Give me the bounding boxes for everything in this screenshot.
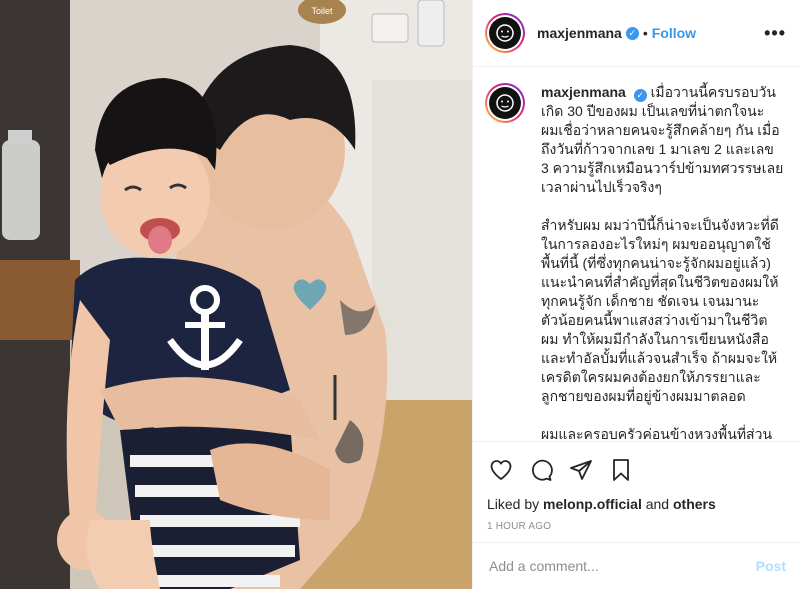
caption-area: maxjenmana ✓ เมื่อวานนี้ครบรอบวันเกิด 30… — [473, 67, 800, 441]
header-separator: • — [642, 25, 648, 41]
caption-paragraph-2: สำหรับผม ผมว่าปีนี้ก็น่าจะเป็นจังหวะที่ด… — [541, 217, 779, 404]
verified-badge-icon: ✓ — [633, 89, 647, 102]
likes-connector: and — [645, 496, 670, 512]
author-username[interactable]: maxjenmana — [537, 25, 622, 41]
liked-by-user-link[interactable]: melonp.official — [543, 496, 642, 512]
toilet-sign-text: Toilet — [311, 6, 333, 16]
likes-prefix: Liked by — [487, 496, 540, 512]
caption-username[interactable]: maxjenmana — [541, 84, 626, 100]
bookmark-icon[interactable] — [601, 450, 641, 490]
author-avatar[interactable] — [485, 13, 525, 53]
post-side-panel: maxjenmana ✓ • Follow ••• maxjenmana ✓ เ… — [472, 0, 800, 589]
post-photo-illustration: Toilet — [0, 0, 472, 589]
caption-text: maxjenmana ✓ เมื่อวานนี้ครบรอบวันเกิด 30… — [541, 83, 784, 441]
post-timestamp[interactable]: 1 HOUR AGO — [487, 521, 786, 532]
caption-author-avatar[interactable] — [485, 83, 525, 123]
heart-icon[interactable] — [481, 450, 521, 490]
post-photo[interactable]: Toilet — [0, 0, 472, 589]
caption-paragraph-1: เมื่อวานนี้ครบรอบวันเกิด 30 ปีของผม เป็น… — [541, 84, 788, 195]
post-header: maxjenmana ✓ • Follow ••• — [473, 0, 800, 67]
follow-button[interactable]: Follow — [652, 25, 696, 41]
more-options-icon[interactable]: ••• — [764, 23, 786, 44]
comment-input[interactable] — [489, 558, 756, 574]
post-comment-button[interactable]: Post — [756, 558, 786, 574]
share-paper-plane-icon[interactable] — [561, 450, 601, 490]
avatar-face-icon — [496, 94, 514, 112]
comment-bubble-icon[interactable] — [521, 450, 561, 490]
comment-box: Post — [473, 542, 800, 589]
action-icon-row — [487, 442, 786, 497]
likes-others-link[interactable]: others — [673, 496, 716, 512]
post-actions: Liked by melonp.official and others 1 HO… — [473, 441, 800, 532]
caption-paragraph-3: ผมและครอบครัวค่อนข้างหวงพื้นที่ส่วนตัว โ… — [541, 426, 773, 441]
likes-summary: Liked by melonp.official and others — [487, 495, 786, 513]
verified-badge-icon: ✓ — [625, 26, 639, 40]
avatar-face-icon — [496, 24, 514, 42]
